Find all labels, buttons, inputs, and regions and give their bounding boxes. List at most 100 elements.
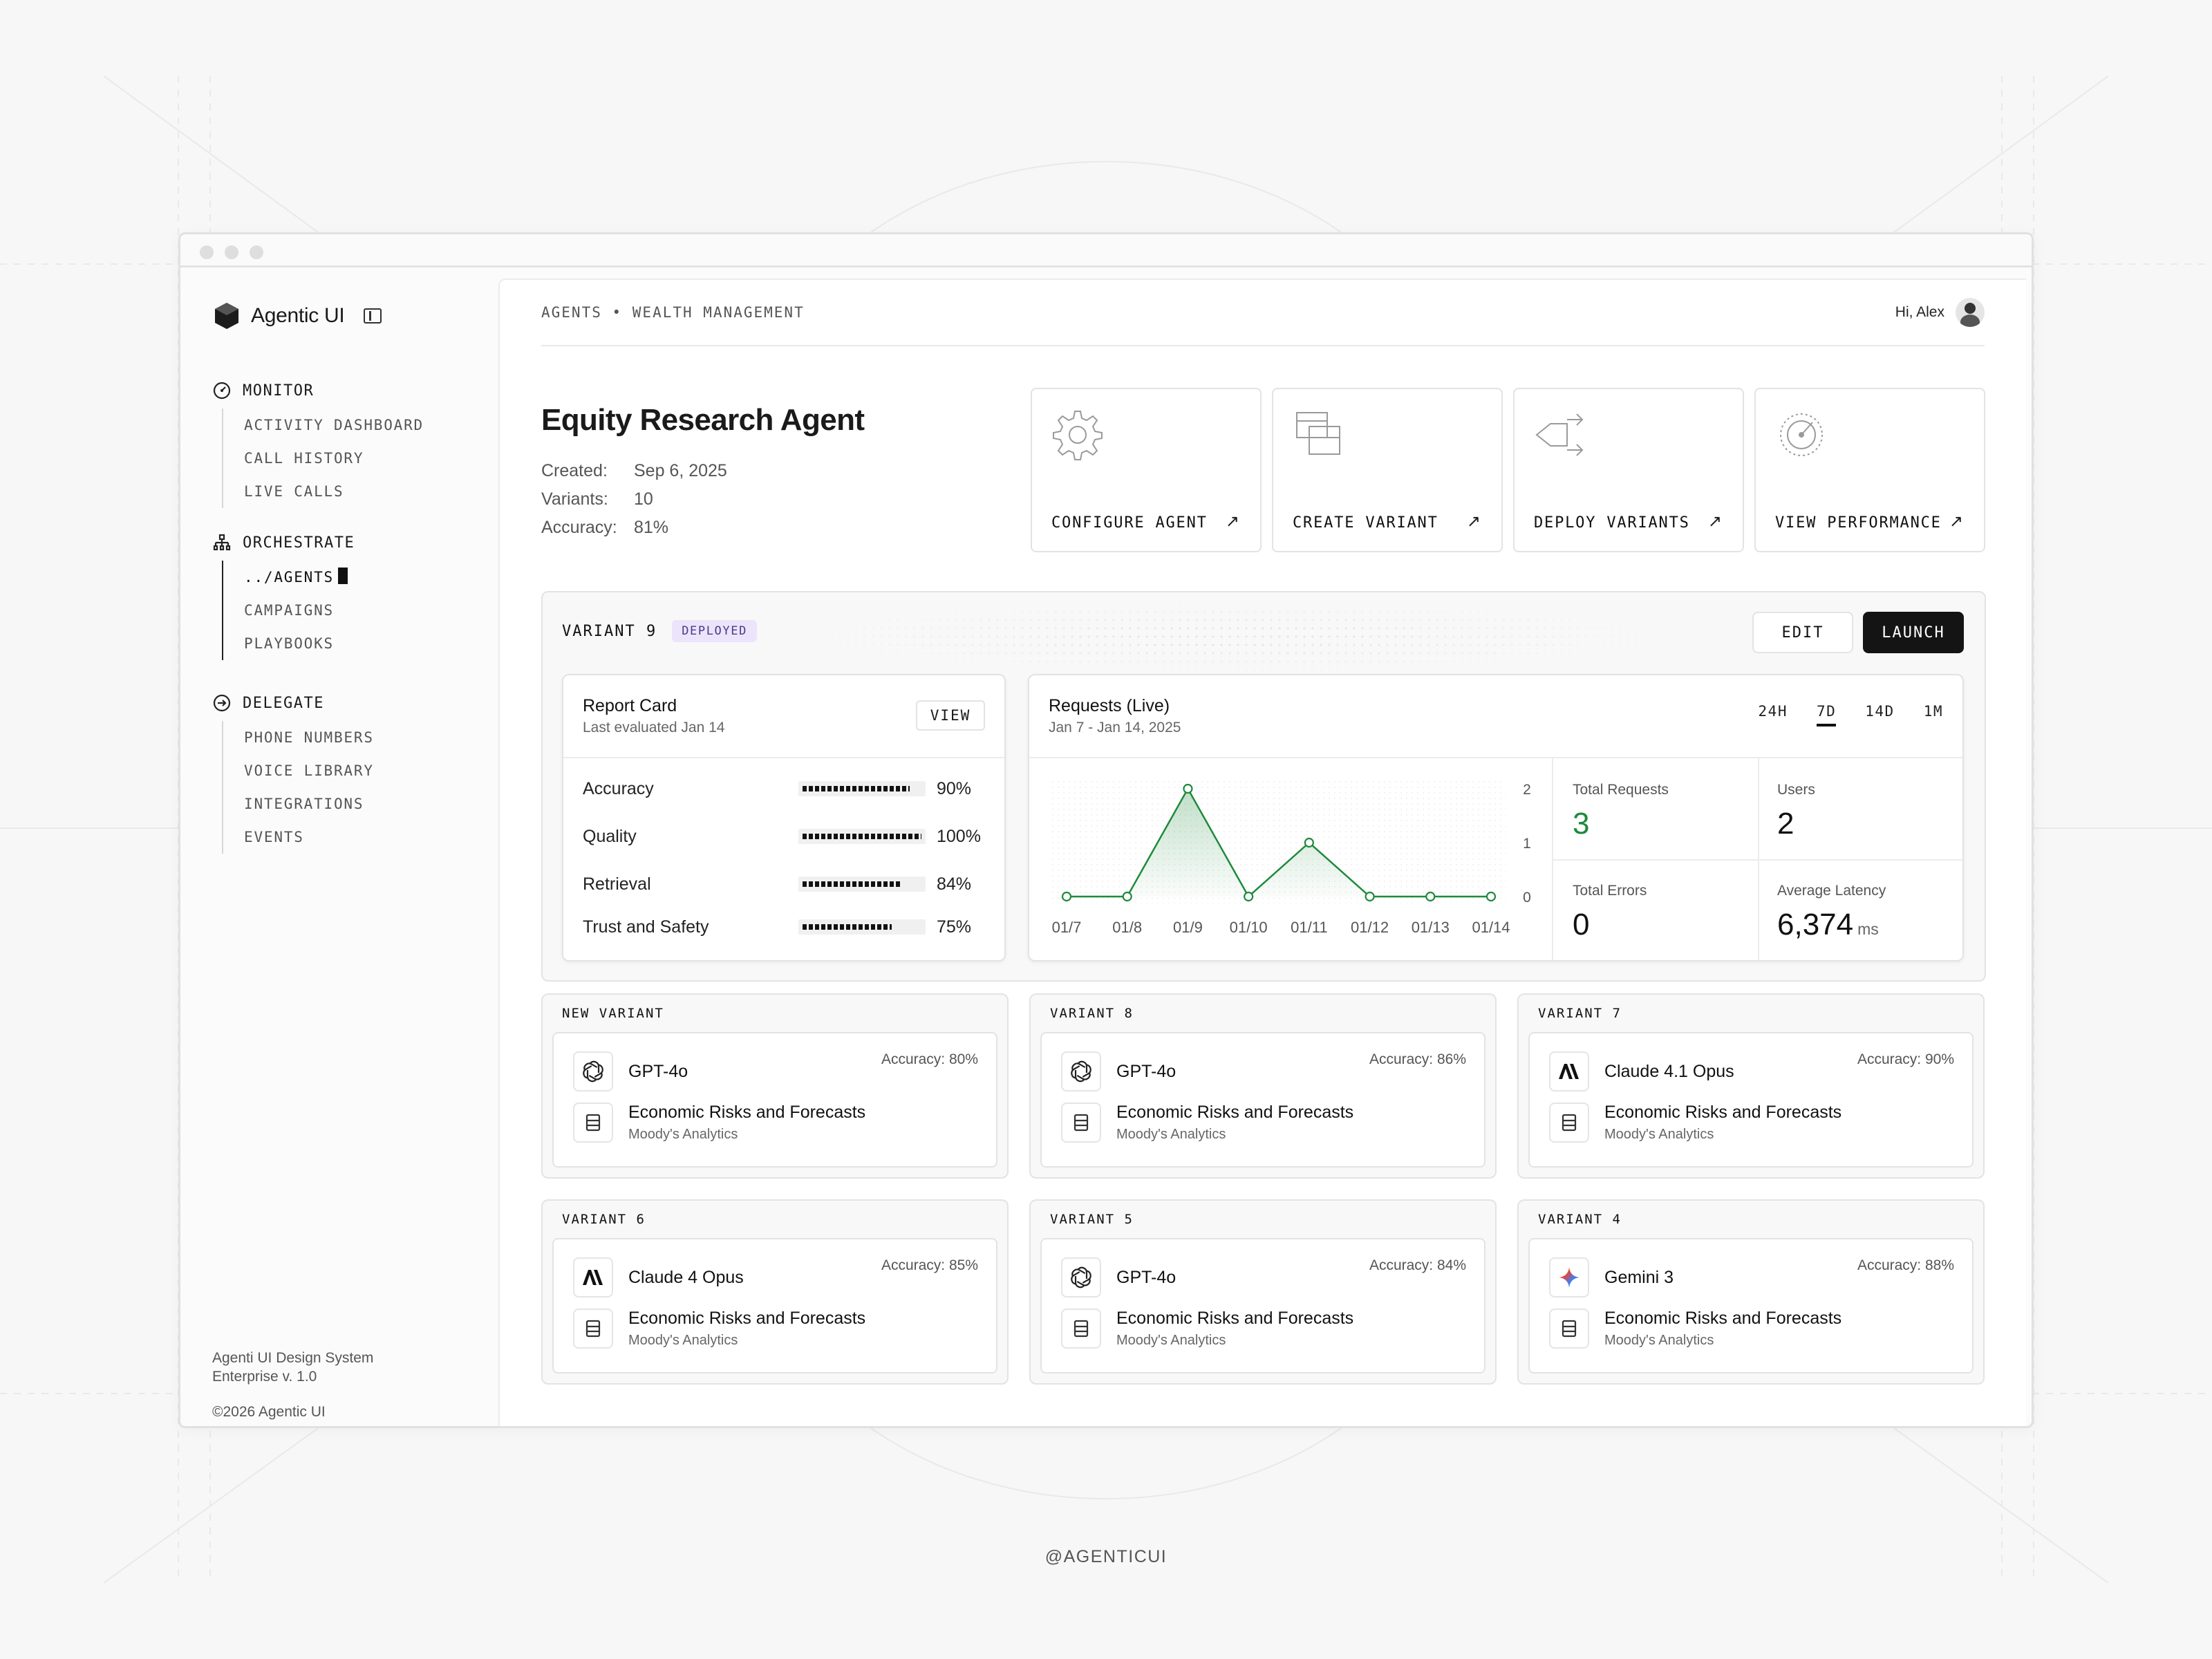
dataset-name: Economic Risks and Forecasts: [1116, 1103, 1354, 1122]
data-point[interactable]: [1425, 891, 1436, 902]
accuracy-label: Accuracy: 88%: [1857, 1257, 1954, 1273]
view-performance-card[interactable]: VIEW PERFORMANCE ↗: [1754, 388, 1985, 552]
dataset-name: Economic Risks and Forecasts: [628, 1103, 866, 1122]
greeting-text: Hi, Alex: [1895, 304, 1944, 320]
watermark: @AGENTICUI: [1044, 1547, 1168, 1566]
variant-card[interactable]: VARIANT 6 Accuracy: 85% Claude 4 Opus Econo…: [541, 1199, 1009, 1385]
dataset-provider: Moody's Analytics: [1604, 1333, 1714, 1348]
data-point[interactable]: [1183, 783, 1193, 794]
dataset-name: Economic Risks and Forecasts: [1116, 1309, 1354, 1328]
create-variant-card[interactable]: CREATE VARIANT ↗: [1272, 388, 1503, 552]
data-point[interactable]: [1304, 837, 1314, 848]
footer-line: Enterprise v. 1.0: [212, 1369, 317, 1385]
x-tick-label: 01/13: [1412, 919, 1450, 936]
stat-total-requests: Total Requests 3: [1553, 758, 1758, 859]
app-name: Agentic UI: [251, 304, 345, 327]
sidebar-item-agents[interactable]: ../AGENTS: [244, 561, 355, 594]
report-subtitle: Last evaluated Jan 14: [583, 720, 725, 735]
meta-value: 10: [634, 489, 653, 509]
variant-name: VARIANT 9: [562, 622, 657, 640]
variant-card[interactable]: VARIANT 7 Accuracy: 90% Claude 4.1 Opus Eco…: [1517, 993, 1985, 1179]
metric-name: Quality: [583, 826, 637, 846]
sidebar-item-live-calls[interactable]: LIVE CALLS: [244, 475, 424, 508]
variant-card[interactable]: NEW VARIANT Accuracy: 80% GPT-4o Economic R…: [541, 993, 1009, 1179]
dataset-row: Economic Risks and Forecasts Moody's Anal…: [1549, 1309, 1841, 1349]
tab-24h[interactable]: 24H: [1759, 703, 1788, 727]
data-point[interactable]: [1365, 891, 1375, 902]
x-tick-label: 01/9: [1173, 919, 1203, 936]
dataset-row: Economic Risks and Forecasts Moody's Anal…: [573, 1103, 865, 1143]
window-dot-minimize[interactable]: [225, 245, 238, 259]
sidebar: Agentic UI MONITOR ACTIVITY DASHBOARD CA…: [180, 268, 498, 1426]
page-title: Equity Research Agent: [541, 403, 865, 437]
requests-card: Requests (Live) Jan 7 - Jan 14, 2025 24H…: [1028, 674, 1964, 962]
hierarchy-icon: [212, 533, 232, 552]
window-dot-maximize[interactable]: [250, 245, 263, 259]
model-name: Gemini 3: [1604, 1267, 1674, 1287]
sidebar-item-integrations[interactable]: INTEGRATIONS: [244, 787, 374, 821]
dataset-provider: Moody's Analytics: [1604, 1127, 1714, 1142]
data-point[interactable]: [1061, 891, 1072, 902]
sidebar-item-phone-numbers[interactable]: PHONE NUMBERS: [244, 721, 374, 754]
metric-bar-fill: [803, 786, 910, 791]
sidebar-item-activity-dashboard[interactable]: ACTIVITY DASHBOARD: [244, 409, 424, 442]
dataset-row: Economic Risks and Forecasts Moody's Anal…: [1061, 1309, 1353, 1349]
main-content: AGENTS • WEALTH MANAGEMENT Hi, Alex Equi…: [498, 279, 2026, 1426]
tab-1m[interactable]: 1M: [1924, 703, 1943, 727]
variant-card-body: Accuracy: 90% Claude 4.1 Opus Economic Ris…: [1528, 1032, 1974, 1168]
data-point[interactable]: [1244, 891, 1254, 902]
data-point[interactable]: [1122, 891, 1132, 902]
metric-value: 100%: [937, 826, 981, 846]
copyright: ©2026 Agentic UI: [212, 1404, 326, 1420]
accuracy-label: Accuracy: 90%: [1857, 1051, 1954, 1067]
accuracy-label: Accuracy: 84%: [1369, 1257, 1466, 1273]
tab-14d[interactable]: 14D: [1865, 703, 1894, 727]
brand[interactable]: Agentic UI: [212, 301, 382, 331]
user-menu[interactable]: Hi, Alex: [1895, 298, 1985, 327]
sidebar-item-playbooks[interactable]: PLAYBOOKS: [244, 627, 355, 660]
accuracy-label: Accuracy: 86%: [1369, 1051, 1466, 1067]
sidebar-item-call-history[interactable]: CALL HISTORY: [244, 442, 424, 475]
divider: [563, 757, 1004, 758]
openai-icon: [573, 1051, 613, 1091]
variant-card-title: VARIANT 4: [1538, 1212, 1622, 1227]
sidebar-item-campaigns[interactable]: CAMPAIGNS: [244, 594, 355, 627]
sidebar-toggle-icon[interactable]: [364, 308, 382, 324]
metric-row: Retrieval 84%: [583, 870, 985, 898]
model-name: Claude 4 Opus: [628, 1267, 744, 1287]
stat-label: Total Requests: [1573, 782, 1669, 798]
avatar[interactable]: [1956, 298, 1985, 327]
edit-button[interactable]: EDIT: [1752, 612, 1853, 653]
metric-bar: [798, 829, 926, 844]
view-button[interactable]: VIEW: [916, 700, 985, 731]
configure-agent-card[interactable]: CONFIGURE AGENT ↗: [1031, 388, 1262, 552]
variant-card[interactable]: VARIANT 8 Accuracy: 86% GPT-4o Economic Ris…: [1029, 993, 1497, 1179]
y-tick-label: 0: [1523, 890, 1531, 906]
sidebar-item-voice-library[interactable]: VOICE LIBRARY: [244, 754, 374, 787]
create-variant-icon: [1296, 412, 1340, 455]
nav-group-title: DELEGATE: [243, 694, 324, 712]
sidebar-item-events[interactable]: EVENTS: [244, 821, 374, 854]
dataset-name: Economic Risks and Forecasts: [1604, 1103, 1842, 1122]
metric-bar: [798, 919, 926, 935]
agent-meta: Created: Sep 6, 2025 Variants: 10 Accuracy…: [541, 457, 727, 542]
variant-card-title: VARIANT 8: [1050, 1006, 1134, 1021]
breadcrumb[interactable]: AGENTS • WEALTH MANAGEMENT: [541, 304, 805, 321]
data-point[interactable]: [1485, 891, 1497, 902]
variant-card[interactable]: VARIANT 4 Accuracy: 88% Gemini 3 Economic R…: [1517, 1199, 1985, 1385]
nav-group-orchestrate: ORCHESTRATE ../AGENTS CAMPAIGNS PLAYBOOK…: [212, 530, 355, 660]
stat-value: 2: [1777, 807, 1962, 841]
stat-unit: ms: [1857, 920, 1879, 938]
nav-group-title: ORCHESTRATE: [243, 534, 355, 552]
stat-label: Users: [1777, 782, 1815, 798]
tab-7d[interactable]: 7D: [1816, 703, 1837, 727]
window-dot-close[interactable]: [200, 245, 214, 259]
model-name: GPT-4o: [628, 1061, 688, 1081]
model-name: GPT-4o: [1116, 1267, 1177, 1287]
variant-card-title: VARIANT 6: [562, 1212, 646, 1227]
metric-value: 75%: [937, 917, 972, 937]
launch-button[interactable]: LAUNCH: [1863, 612, 1964, 653]
deploy-variants-card[interactable]: DEPLOY VARIANTS ↗: [1513, 388, 1744, 552]
variant-card[interactable]: VARIANT 5 Accuracy: 84% GPT-4o Economic Ris…: [1029, 1199, 1497, 1385]
y-tick-label: 2: [1523, 782, 1531, 798]
